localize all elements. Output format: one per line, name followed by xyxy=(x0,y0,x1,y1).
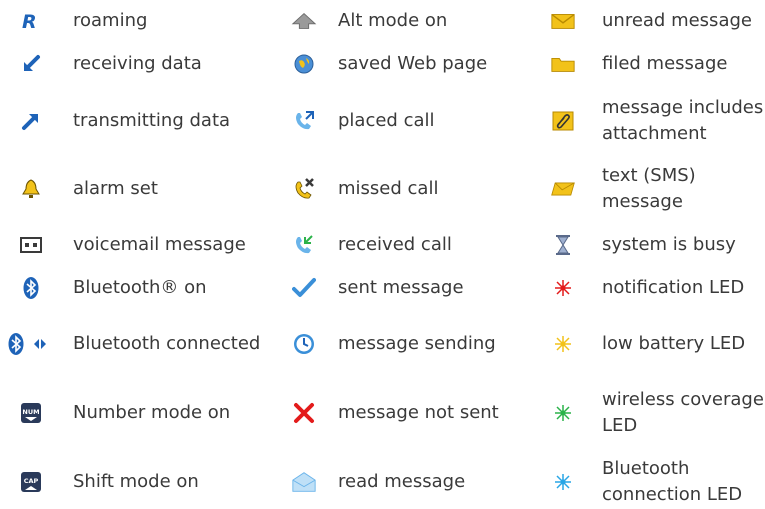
attachment-icon xyxy=(550,108,576,134)
received-call-icon xyxy=(291,232,317,258)
shift-mode-icon: CAP xyxy=(18,469,44,495)
legend-row: R roaming Alt mode on unread message xyxy=(0,6,765,36)
legend-row: receiving data saved Web page filed mess… xyxy=(0,49,765,79)
legend-label: notification LED xyxy=(602,277,745,298)
legend-label: roaming xyxy=(73,10,148,31)
sms-message-icon xyxy=(550,176,576,202)
legend-label: alarm set xyxy=(73,178,158,199)
filed-message-icon xyxy=(550,51,576,77)
sent-checkmark-icon xyxy=(291,275,317,301)
message-not-sent-icon xyxy=(291,400,317,426)
legend-row: NUM Number mode on message not sent wire… xyxy=(0,386,765,440)
legend-label: message not sent xyxy=(338,402,499,423)
legend-label: receiving data xyxy=(73,53,202,74)
legend-label: Bluetooth® on xyxy=(73,277,207,298)
number-mode-icon: NUM xyxy=(18,400,44,426)
bluetooth-connection-led-icon xyxy=(550,469,576,495)
legend-label: message includes attachment xyxy=(602,97,764,144)
legend-label: voicemail message xyxy=(73,234,246,255)
legend-row: alarm set missed call text (SMS) message xyxy=(0,162,765,216)
hourglass-icon xyxy=(550,232,576,258)
svg-text:NUM: NUM xyxy=(22,408,39,416)
legend-label: system is busy xyxy=(602,234,736,255)
legend-row: transmitting data placed call message in… xyxy=(0,94,765,148)
message-sending-clock-icon xyxy=(291,331,317,357)
legend-label: placed call xyxy=(338,110,435,131)
svg-text:CAP: CAP xyxy=(24,477,39,485)
legend-row: Bluetooth connected message sending low … xyxy=(0,317,765,371)
missed-call-icon xyxy=(291,176,317,202)
legend-label: text (SMS) message xyxy=(602,165,696,212)
saved-web-page-icon xyxy=(291,51,317,77)
notification-led-icon xyxy=(550,275,576,301)
legend-label: wireless coverage LED xyxy=(602,389,764,436)
read-message-icon xyxy=(291,469,317,495)
legend-label: unread message xyxy=(602,10,752,31)
alt-mode-icon xyxy=(291,8,317,34)
receiving-data-icon xyxy=(18,51,44,77)
legend-label: transmitting data xyxy=(73,110,231,131)
icon-legend: R roaming Alt mode on unread message rec… xyxy=(0,0,765,505)
low-battery-led-icon xyxy=(550,331,576,357)
bluetooth-connected-icon xyxy=(6,331,50,357)
legend-row: CAP Shift mode on read message Bluetooth… xyxy=(0,455,765,509)
transmitting-data-icon xyxy=(18,108,44,134)
legend-label: filed message xyxy=(602,53,728,74)
svg-text:R: R xyxy=(22,11,37,31)
legend-label: missed call xyxy=(338,178,439,199)
voicemail-icon xyxy=(18,232,44,258)
bluetooth-icon xyxy=(18,275,44,301)
legend-label: Shift mode on xyxy=(73,471,199,492)
legend-row: Bluetooth® on sent message notification … xyxy=(0,273,765,303)
legend-label: received call xyxy=(338,234,452,255)
legend-label: Bluetooth connected xyxy=(73,333,261,354)
legend-label: read message xyxy=(338,471,466,492)
legend-label: saved Web page xyxy=(338,53,488,74)
alarm-bell-icon xyxy=(18,176,44,202)
legend-row: voicemail message received call system i… xyxy=(0,230,765,260)
legend-label: Number mode on xyxy=(73,402,231,423)
roaming-icon: R xyxy=(18,8,44,34)
legend-label: Bluetooth connection LED xyxy=(602,458,743,505)
wireless-coverage-led-icon xyxy=(550,400,576,426)
legend-label: message sending xyxy=(338,333,496,354)
legend-label: sent message xyxy=(338,277,464,298)
placed-call-icon xyxy=(291,108,317,134)
legend-label: Alt mode on xyxy=(338,10,448,31)
legend-label: low battery LED xyxy=(602,333,746,354)
unread-message-icon xyxy=(550,8,576,34)
